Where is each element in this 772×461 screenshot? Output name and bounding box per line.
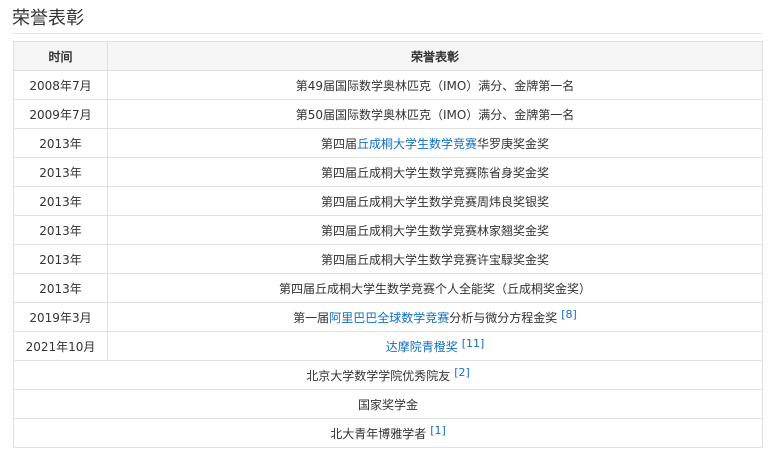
table-row: 2013年 第四届丘成桐大学生数学竞赛林家翘奖金奖 [13,215,763,245]
honor-cell: 第一届阿里巴巴全球数学竞赛分析与微分方程金奖 [8] [107,302,763,332]
time-cell: 2009年7月 [13,99,108,129]
table-row: 2009年7月 第50届国际数学奥林匹克（IMO）满分、金牌第一名 [13,99,763,129]
honor-cell: 第四届丘成桐大学生数学竞赛陈省身奖金奖 [107,157,763,187]
honor-text: 分析与微分方程金奖 [449,311,558,325]
time-cell: 2008年7月 [13,70,108,100]
time-cell: 2013年 [13,273,108,303]
table-row: 北京大学数学学院优秀院友 [2] [13,360,763,390]
table-row: 2008年7月 第49届国际数学奥林匹克（IMO）满分、金牌第一名 [13,70,763,100]
table-header-row: 时间 荣誉表彰 [13,41,763,71]
time-cell: 2013年 [13,128,108,158]
honor-cell: 第49届国际数学奥林匹克（IMO）满分、金牌第一名 [107,70,763,100]
time-cell: 2013年 [13,186,108,216]
table-row: 国家奖学金 [13,389,763,419]
honor-cell: 第四届丘成桐大学生数学竞赛许宝騄奖金奖 [107,244,763,274]
table-row: 2013年 第四届丘成桐大学生数学竞赛许宝騄奖金奖 [13,244,763,274]
reference-1[interactable]: [1] [430,424,446,437]
honor-cell-full: 北京大学数学学院优秀院友 [2] [13,360,763,390]
reference-2[interactable]: [2] [454,366,470,379]
honor-cell: 第50届国际数学奥林匹克（IMO）满分、金牌第一名 [107,99,763,129]
honor-text: 第四届 [320,136,357,151]
honor-cell: 第四届丘成桐大学生数学竞赛个人全能奖（丘成桐奖金奖） [107,273,763,303]
time-cell: 2013年 [13,157,108,187]
table-row: 2021年10月 达摩院青橙奖 [11] [13,331,763,361]
reference-8[interactable]: [8] [561,308,577,321]
honor-cell-full: 国家奖学金 [13,389,763,419]
honor-cell: 达摩院青橙奖 [11] [107,331,763,361]
honor-text: 华罗庚奖金奖 [477,136,550,151]
link-alibaba-competition[interactable]: 阿里巴巴全球数学竞赛 [329,311,449,325]
header-time: 时间 [13,41,108,71]
honor-cell-full: 北大青年博雅学者 [1] [13,418,763,448]
link-damo-award[interactable]: 达摩院青橙奖 [386,340,458,354]
table-row: 2013年 第四届丘成桐大学生数学竞赛华罗庚奖金奖 [13,128,763,158]
reference-11[interactable]: [11] [462,337,485,350]
table-row: 2013年 第四届丘成桐大学生数学竞赛周炜良奖银奖 [13,186,763,216]
title-divider [12,33,762,34]
header-honor: 荣誉表彰 [107,41,763,71]
honor-text: 北大青年博雅学者 [330,427,427,441]
table-row: 2013年 第四届丘成桐大学生数学竞赛陈省身奖金奖 [13,157,763,187]
time-cell: 2021年10月 [13,331,108,361]
time-cell: 2013年 [13,244,108,274]
section-title: 荣誉表彰 [12,8,84,29]
link-yau-competition[interactable]: 丘成桐大学生数学竞赛 [357,137,477,151]
honors-table: 时间 荣誉表彰 2008年7月 第49届国际数学奥林匹克（IMO）满分、金牌第一… [13,41,763,448]
table-row: 2019年3月 第一届阿里巴巴全球数学竞赛分析与微分方程金奖 [8] [13,302,763,332]
honor-cell: 第四届丘成桐大学生数学竞赛华罗庚奖金奖 [107,128,763,158]
honor-text: 北京大学数学学院优秀院友 [306,369,451,383]
time-cell: 2013年 [13,215,108,245]
time-cell: 2019年3月 [13,302,108,332]
table-row: 北大青年博雅学者 [1] [13,418,763,448]
honor-cell: 第四届丘成桐大学生数学竞赛林家翘奖金奖 [107,215,763,245]
honor-cell: 第四届丘成桐大学生数学竞赛周炜良奖银奖 [107,186,763,216]
table-row: 2013年 第四届丘成桐大学生数学竞赛个人全能奖（丘成桐奖金奖） [13,273,763,303]
honor-text: 第一届 [293,311,330,325]
